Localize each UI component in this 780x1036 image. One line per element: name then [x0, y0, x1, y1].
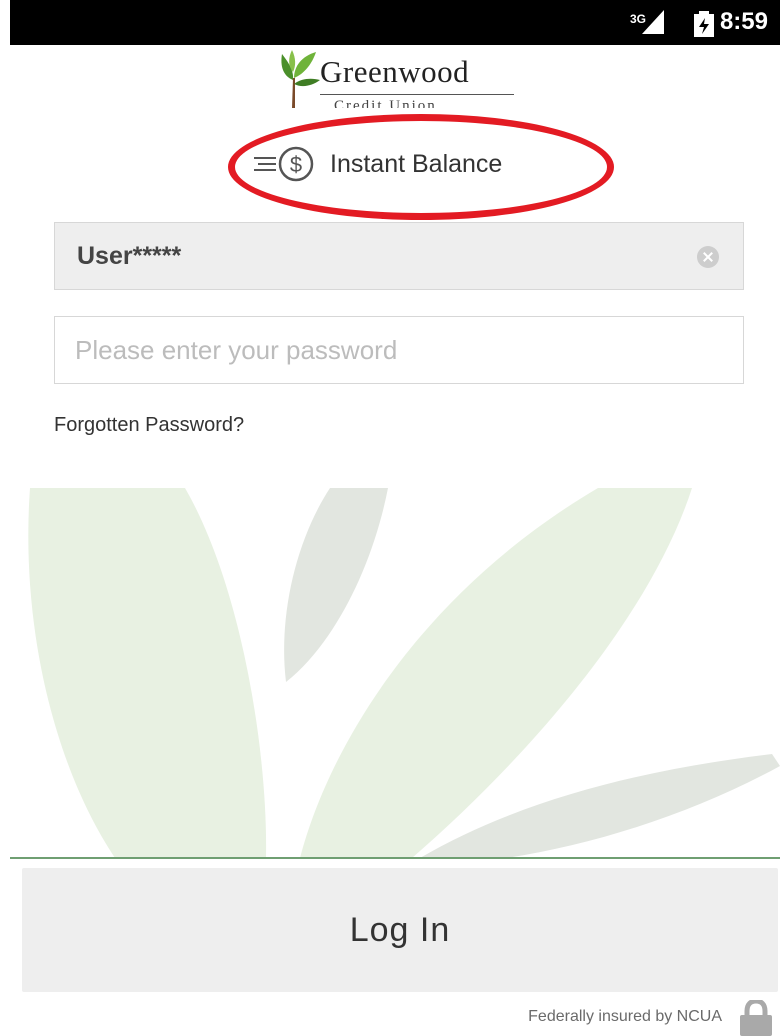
login-divider	[10, 857, 780, 859]
battery-icon	[694, 11, 714, 37]
greenwood-logo: Greenwood Credit Union	[278, 48, 518, 110]
clear-input-icon[interactable]	[697, 246, 719, 268]
svg-text:$: $	[290, 152, 302, 177]
brand-subtitle: Credit Union	[334, 98, 437, 108]
signal-icon	[642, 10, 664, 34]
lock-icon	[740, 1000, 772, 1036]
instant-balance-button[interactable]: $ Instant Balance	[252, 144, 502, 184]
username-value: User*****	[77, 242, 182, 270]
background-leaves-decoration	[28, 488, 780, 858]
clock: 8:59	[719, 8, 768, 35]
password-input[interactable]	[54, 316, 744, 384]
brand-name: Greenwood	[320, 54, 470, 89]
instant-balance-label: Instant Balance	[330, 149, 503, 178]
login-button[interactable]: Log In	[22, 868, 778, 992]
forgot-password-link[interactable]: Forgotten Password?	[54, 414, 244, 437]
tree-logo-icon	[281, 50, 320, 108]
ncua-insured-text: Federally insured by NCUA	[528, 1008, 722, 1025]
username-field[interactable]: User*****	[54, 222, 744, 290]
status-bar: 3G 8:59	[10, 0, 780, 45]
instant-balance-dollar-icon: $	[254, 146, 314, 182]
